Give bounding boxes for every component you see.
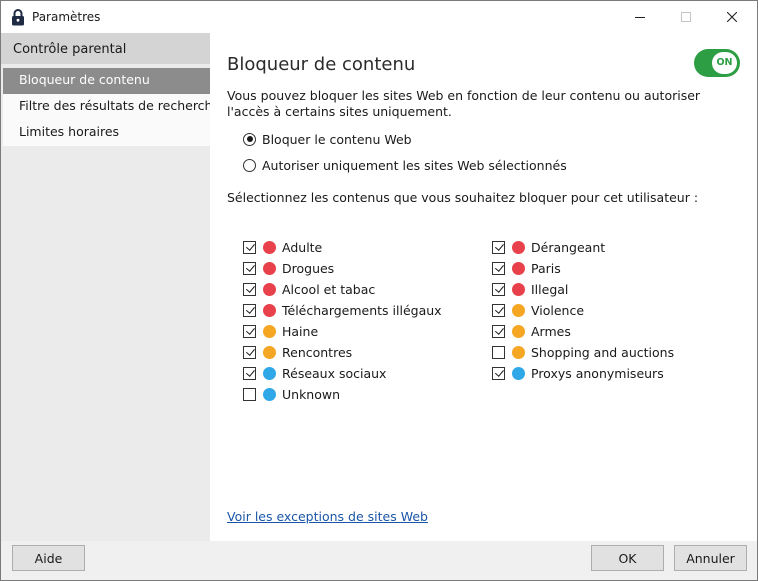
social-icon <box>263 366 276 380</box>
category-checkbox[interactable] <box>243 261 256 275</box>
lock-icon <box>12 9 24 26</box>
category-illegal[interactable]: Illegal <box>492 280 568 298</box>
category-social[interactable]: Réseaux sociaux <box>243 364 386 382</box>
category-disturbing[interactable]: Dérangeant <box>492 238 605 256</box>
minimize-button[interactable] <box>617 1 663 33</box>
category-label: Shopping and auctions <box>531 344 675 360</box>
category-checkbox[interactable] <box>243 324 256 338</box>
sidebar-section-parental-control[interactable]: Contrôle parental <box>1 33 210 64</box>
category-label: Violence <box>531 302 585 318</box>
category-gambling[interactable]: Paris <box>492 259 561 277</box>
proxy-icon <box>512 366 525 380</box>
disturbing-icon <box>512 240 525 254</box>
help-button[interactable]: Aide <box>12 545 85 571</box>
category-label: Rencontres <box>282 344 353 360</box>
category-shopping[interactable]: Shopping and auctions <box>492 343 674 361</box>
hate-icon <box>263 324 276 338</box>
radio-button[interactable] <box>243 132 256 146</box>
category-label: Paris <box>531 260 561 276</box>
website-exceptions-link[interactable]: Voir les exceptions de sites Web <box>227 509 428 524</box>
category-label: Téléchargements illégaux <box>282 302 442 318</box>
title-bar: Paramètres <box>1 1 757 33</box>
maximize-icon <box>681 12 691 22</box>
category-checkbox[interactable] <box>492 261 505 275</box>
category-violence[interactable]: Violence <box>492 301 584 319</box>
ok-button[interactable]: OK <box>591 545 664 571</box>
radio-button[interactable] <box>243 158 256 172</box>
category-checkbox[interactable] <box>243 303 256 317</box>
category-checkbox[interactable] <box>492 366 505 380</box>
category-proxy[interactable]: Proxys anonymiseurs <box>492 364 664 382</box>
category-checkbox[interactable] <box>243 387 256 401</box>
sidebar-item-search-filter[interactable]: Filtre des résultats de recherche <box>3 94 210 120</box>
bottle-icon <box>263 282 276 296</box>
category-checkbox[interactable] <box>243 366 256 380</box>
category-label: Haine <box>282 323 319 339</box>
category-checkbox[interactable] <box>492 345 505 359</box>
radio-block-content[interactable]: Bloquer le contenu Web <box>243 130 412 148</box>
main-panel: Bloqueur de contenu ON Vous pouvez bloqu… <box>211 33 757 541</box>
category-label: Armes <box>531 323 571 339</box>
close-button[interactable] <box>709 1 755 33</box>
category-download[interactable]: Téléchargements illégaux <box>243 301 442 319</box>
select-content-instruction: Sélectionnez les contenus que vous souha… <box>227 190 699 205</box>
gambling-icon <box>512 261 525 275</box>
category-label: Illegal <box>531 281 569 297</box>
category-weapon[interactable]: Armes <box>492 322 571 340</box>
maximize-button[interactable] <box>663 1 709 33</box>
sidebar: Contrôle parental Bloqueur de contenu Fi… <box>1 33 210 541</box>
category-checkbox[interactable] <box>492 303 505 317</box>
category-label: Unknown <box>282 386 341 402</box>
category-label: Proxys anonymiseurs <box>531 365 664 381</box>
category-checkbox[interactable] <box>492 240 505 254</box>
category-label: Dérangeant <box>531 239 606 255</box>
violence-icon <box>512 303 525 317</box>
category-bottle[interactable]: Alcool et tabac <box>243 280 375 298</box>
description-text: Vous pouvez bloquer les sites Web en fon… <box>227 88 701 119</box>
category-label: Alcool et tabac <box>282 281 376 297</box>
category-pill[interactable]: Drogues <box>243 259 334 277</box>
category-checkbox[interactable] <box>243 240 256 254</box>
category-checkbox[interactable] <box>492 324 505 338</box>
category-hate[interactable]: Haine <box>243 322 318 340</box>
category-checkbox[interactable] <box>243 345 256 359</box>
pill-icon <box>263 261 276 275</box>
illegal-icon <box>512 282 525 296</box>
category-label: Drogues <box>282 260 335 276</box>
category-dating[interactable]: Rencontres <box>243 343 352 361</box>
radio-label: Bloquer le contenu Web <box>262 131 412 147</box>
category-label: Adulte <box>282 239 323 255</box>
window-title: Paramètres <box>32 10 101 24</box>
shopping-icon <box>512 345 525 359</box>
sidebar-item-content-blocker[interactable]: Bloqueur de contenu <box>3 68 210 94</box>
toggle-label: ON <box>712 52 737 74</box>
weapon-icon <box>512 324 525 338</box>
page-title: Bloqueur de contenu <box>227 54 416 75</box>
category-adult[interactable]: Adulte <box>243 238 322 256</box>
dating-icon <box>263 345 276 359</box>
footer: Aide OK Annuler <box>1 541 757 580</box>
category-question[interactable]: Unknown <box>243 385 340 403</box>
close-icon <box>727 12 737 22</box>
radio-allow-selected[interactable]: Autoriser uniquement les sites Web sélec… <box>243 156 567 174</box>
settings-window: Paramètres Contrôle parental Bloqueur de… <box>0 0 758 581</box>
download-icon <box>263 303 276 317</box>
cancel-button[interactable]: Annuler <box>674 545 747 571</box>
adult-icon <box>263 240 276 254</box>
category-checkbox[interactable] <box>243 282 256 296</box>
content-blocker-toggle[interactable]: ON <box>694 49 740 77</box>
category-checkbox[interactable] <box>492 282 505 296</box>
minimize-icon <box>635 17 645 18</box>
category-label: Réseaux sociaux <box>282 365 387 381</box>
question-icon <box>263 387 276 401</box>
radio-label: Autoriser uniquement les sites Web sélec… <box>262 157 567 173</box>
sidebar-item-time-limits[interactable]: Limites horaires <box>3 120 210 146</box>
